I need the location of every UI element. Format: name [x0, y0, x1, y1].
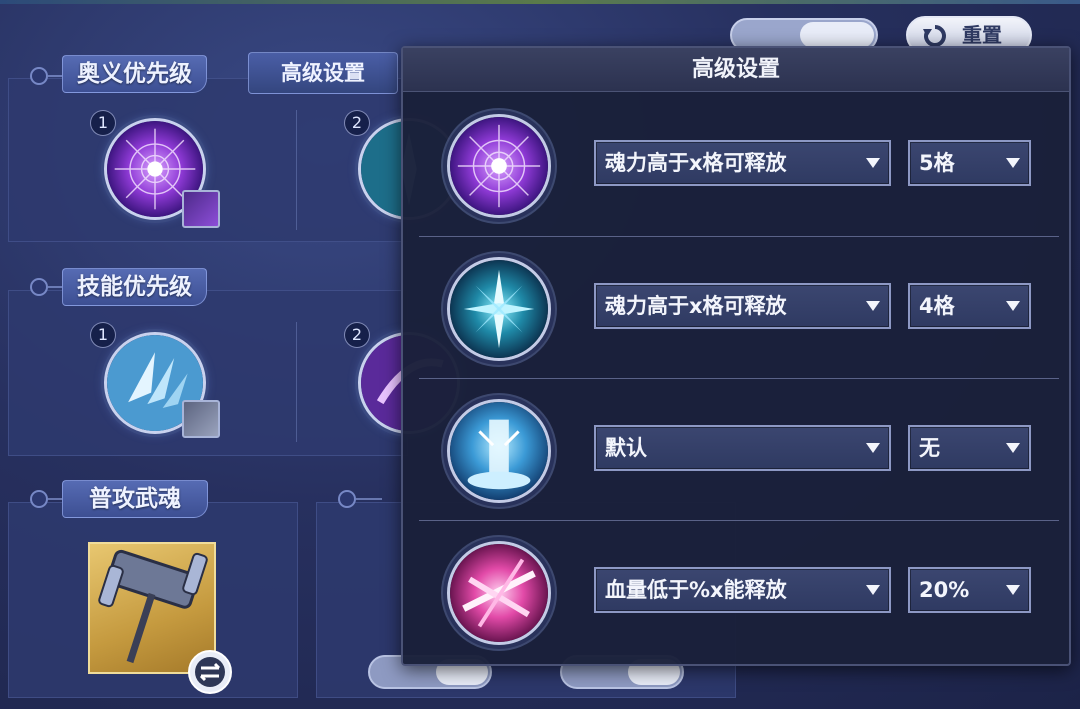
advanced-settings-tab[interactable]: 高级设置 [248, 52, 398, 94]
skill-art [450, 544, 548, 642]
advanced-settings-dialog: 高级设置 魂力高于x格可释放 5格 魂力高于x格可释放 4格 默认 无 血量低于… [401, 46, 1071, 666]
dropdown-arrow-icon [1006, 443, 1020, 453]
condition-dropdown[interactable]: 默认 [594, 425, 891, 471]
dropdown-arrow-icon [866, 301, 880, 311]
swap-weapon-button[interactable] [188, 650, 232, 694]
section-marker-icon [338, 490, 382, 508]
top-edge-strip [0, 0, 1080, 4]
dropdown-arrow-icon [1006, 158, 1020, 168]
skill-art [450, 117, 548, 215]
setting-row: 默认 无 [403, 379, 1069, 521]
threshold-value: 无 [919, 436, 940, 460]
slot-divider [296, 322, 297, 442]
setting-row: 魂力高于x格可释放 4格 [403, 237, 1069, 379]
dropdown-arrow-icon [866, 158, 880, 168]
slot-number: 1 [90, 110, 116, 136]
hammer-badge-icon [182, 400, 220, 438]
swap-icon [195, 657, 225, 687]
dropdown-arrow-icon [1006, 585, 1020, 595]
section-marker-icon [30, 490, 74, 508]
basic-attack-tab: 普攻武魂 [62, 480, 208, 518]
condition-dropdown[interactable]: 血量低于%x能释放 [594, 567, 891, 613]
skill-art [450, 260, 548, 358]
skill-art [450, 402, 548, 500]
value-dropdown[interactable]: 无 [908, 425, 1031, 471]
slot-number: 2 [344, 322, 370, 348]
condition-value: 血量低于%x能释放 [605, 578, 787, 602]
condition-value: 魂力高于x格可释放 [605, 151, 787, 175]
pink-slash-skill-icon [447, 541, 551, 645]
threshold-value: 20% [919, 578, 970, 602]
reset-label: 重置 [962, 23, 1002, 47]
slot-divider [296, 110, 297, 230]
ice-crystal-skill-icon [447, 257, 551, 361]
setting-row: 魂力高于x格可释放 5格 [403, 94, 1069, 236]
dialog-title: 高级设置 [403, 48, 1069, 92]
threshold-value: 5格 [919, 151, 955, 175]
dropdown-arrow-icon [866, 585, 880, 595]
slot-number: 2 [344, 110, 370, 136]
slot-number: 1 [90, 322, 116, 348]
dropdown-arrow-icon [866, 443, 880, 453]
skill-priority-tab: 技能优先级 [62, 268, 207, 306]
setting-row: 血量低于%x能释放 20% [403, 521, 1069, 663]
condition-dropdown[interactable]: 魂力高于x格可释放 [594, 283, 891, 329]
value-dropdown[interactable]: 5格 [908, 140, 1031, 186]
section-marker-icon [30, 278, 74, 296]
ultimate-priority-tab: 奥义优先级 [62, 55, 207, 93]
condition-value: 默认 [605, 436, 647, 460]
threshold-value: 4格 [919, 294, 955, 318]
dropdown-arrow-icon [1006, 301, 1020, 311]
condition-dropdown[interactable]: 魂力高于x格可释放 [594, 140, 891, 186]
toggle-knob [800, 22, 874, 48]
water-pillar-skill-icon [447, 399, 551, 503]
condition-value: 魂力高于x格可释放 [605, 294, 787, 318]
value-dropdown[interactable]: 20% [908, 567, 1031, 613]
bound-soul-badge-icon [182, 190, 220, 228]
value-dropdown[interactable]: 4格 [908, 283, 1031, 329]
section-marker-icon [30, 67, 74, 85]
spider-web-skill-icon [447, 114, 551, 218]
